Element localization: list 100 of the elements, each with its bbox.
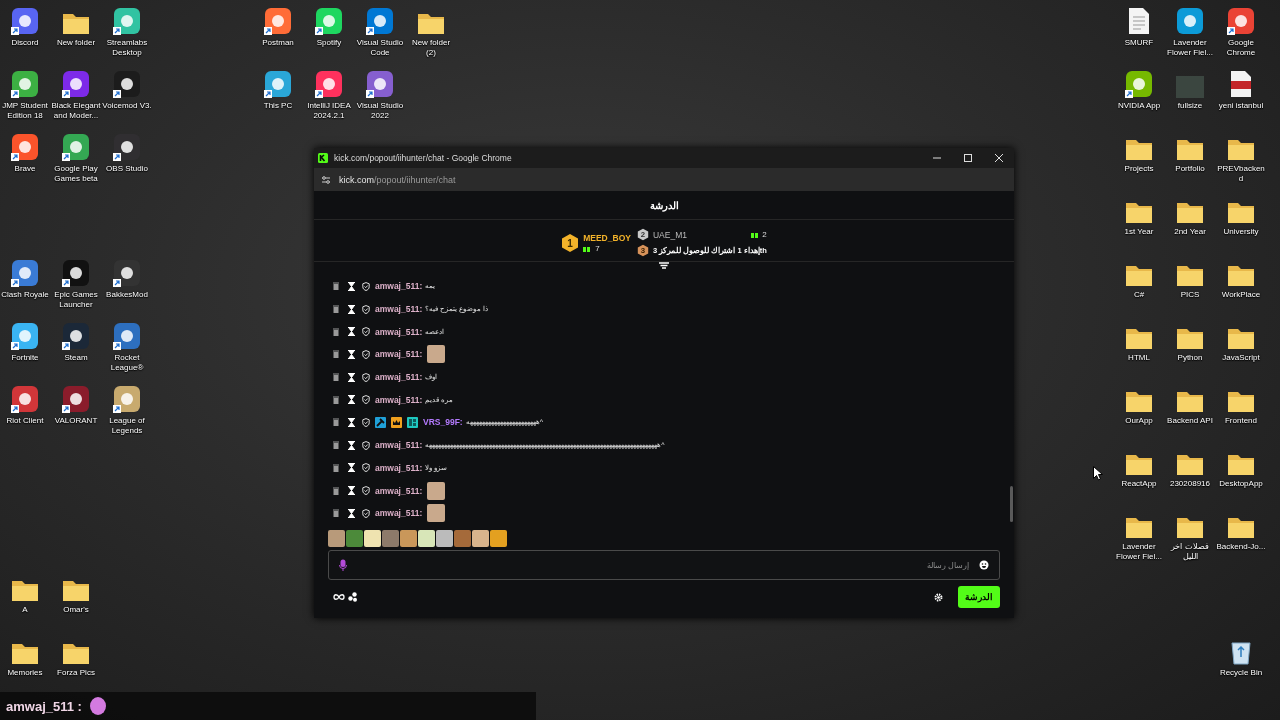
desktop-icon[interactable]: Memories (0, 634, 50, 689)
hourglass-icon[interactable] (348, 349, 355, 359)
shield-icon[interactable] (362, 486, 370, 496)
desktop-icon[interactable]: Black Elegant and Moder... (51, 67, 101, 122)
chat-username[interactable]: VRS_99F: (423, 417, 463, 428)
emoji-icon[interactable] (979, 560, 989, 570)
hourglass-icon[interactable] (348, 372, 355, 382)
desktop-icon[interactable]: Brave (0, 130, 50, 185)
desktop-icon[interactable]: A (0, 571, 50, 626)
delete-icon[interactable] (333, 373, 339, 382)
hourglass-icon[interactable] (348, 281, 355, 291)
scrollbar-thumb[interactable] (1010, 486, 1013, 522)
desktop-icon[interactable]: SMURF (1114, 4, 1164, 59)
shield-icon[interactable] (362, 372, 370, 382)
collapse-icon[interactable] (659, 262, 669, 270)
delete-icon[interactable] (333, 350, 339, 359)
desktop-icon[interactable]: fullsize (1165, 67, 1215, 122)
desktop-icon[interactable]: Spotify (304, 4, 354, 59)
delete-icon[interactable] (333, 509, 339, 518)
desktop-icon[interactable]: VALORANT (51, 382, 101, 437)
desktop-icon[interactable]: ReactApp (1114, 445, 1164, 500)
shield-icon[interactable] (362, 440, 370, 450)
desktop-icon[interactable]: Projects (1114, 130, 1164, 185)
hourglass-icon[interactable] (348, 486, 355, 496)
desktop-icon[interactable]: Backend API (1165, 382, 1215, 437)
desktop-icon[interactable]: PICS (1165, 256, 1215, 311)
desktop-icon[interactable]: yeni istanbul (1216, 67, 1266, 122)
desktop-icon[interactable]: Voicemod V3. (102, 67, 152, 122)
chat-username[interactable]: amwaj_511: (375, 349, 423, 360)
chat-button[interactable]: الدرشة (958, 586, 1000, 608)
message-input[interactable]: إرسال رسالة (355, 559, 971, 571)
desktop-icon[interactable]: Frontend (1216, 382, 1266, 437)
desktop-icon[interactable]: HTML (1114, 319, 1164, 374)
shield-icon[interactable] (362, 304, 370, 314)
desktop-icon[interactable]: فصلات اخر الليل (1165, 508, 1215, 563)
hourglass-icon[interactable] (348, 395, 355, 405)
desktop-icon[interactable]: New folder (2) (406, 4, 456, 59)
points-icon[interactable] (348, 592, 358, 602)
desktop-icon[interactable]: BakkesMod (102, 256, 152, 311)
desktop-icon[interactable]: Riot Client (0, 382, 50, 437)
settings-icon[interactable] (934, 592, 943, 602)
delete-icon[interactable] (333, 282, 339, 291)
delete-icon[interactable] (333, 486, 339, 495)
delete-icon[interactable] (333, 418, 339, 427)
desktop-icon[interactable]: Epic Games Launcher (51, 256, 101, 311)
desktop-icon[interactable]: Clash Royale (0, 256, 50, 311)
desktop-icon[interactable]: 230208916 (1165, 445, 1215, 500)
desktop-icon[interactable]: JMP Student Edition 18 (0, 67, 50, 122)
chat-username[interactable]: amwaj_511: (375, 304, 423, 315)
delete-icon[interactable] (333, 327, 339, 336)
delete-icon[interactable] (333, 463, 339, 472)
shield-icon[interactable] (362, 417, 370, 427)
shield-icon[interactable] (362, 395, 370, 405)
desktop-icon[interactable]: Omar's (51, 571, 101, 626)
delete-icon[interactable] (333, 305, 339, 314)
desktop-icon[interactable]: OurApp (1114, 382, 1164, 437)
desktop-icon[interactable]: Lavender Flower Fiel... (1114, 508, 1164, 563)
hourglass-icon[interactable] (348, 463, 355, 473)
desktop-icon[interactable]: Google Chrome (1216, 4, 1266, 59)
desktop-icon[interactable]: League of Legends (102, 382, 152, 437)
desktop-icon[interactable]: C# (1114, 256, 1164, 311)
desktop-icon[interactable]: PREVbackend (1216, 130, 1266, 185)
shield-icon[interactable] (362, 508, 370, 518)
desktop-icon[interactable]: Forza Pics (51, 634, 101, 689)
desktop-icon[interactable]: 2nd Year (1165, 193, 1215, 248)
desktop-icon[interactable]: JavaScript (1216, 319, 1266, 374)
desktop-icon[interactable]: Discord (0, 4, 50, 59)
shield-icon[interactable] (362, 463, 370, 473)
desktop-icon[interactable]: University (1216, 193, 1266, 248)
desktop-icon[interactable]: Portfolio (1165, 130, 1215, 185)
hourglass-icon[interactable] (348, 508, 355, 518)
desktop-icon[interactable]: Fortnite (0, 319, 50, 374)
chat-username[interactable]: amwaj_511: (375, 281, 423, 292)
desktop-icon[interactable]: DesktopApp (1216, 445, 1266, 500)
desktop-icon[interactable]: New folder (51, 4, 101, 59)
chat-username[interactable]: amwaj_511: (375, 326, 423, 337)
desktop-icon[interactable]: NVIDIA App (1114, 67, 1164, 122)
desktop-icon[interactable]: Recycle Bin (1216, 634, 1266, 689)
desktop-icon[interactable]: 1st Year (1114, 193, 1164, 248)
chat-username[interactable]: amwaj_511: (375, 440, 423, 451)
shield-icon[interactable] (362, 349, 370, 359)
desktop-icon[interactable]: Rocket League® (102, 319, 152, 374)
desktop-icon[interactable]: OBS Studio (102, 130, 152, 185)
delete-icon[interactable] (333, 395, 339, 404)
message-bar[interactable]: إرسال رسالة (328, 550, 1000, 580)
desktop-icon[interactable]: IntelliJ IDEA 2024.2.1 (304, 67, 354, 122)
address-bar[interactable]: kick.com/popout/iihunter/chat (314, 168, 1014, 191)
chat-username[interactable]: amwaj_511: (375, 462, 423, 473)
desktop-icon[interactable]: WorkPlace (1216, 256, 1266, 311)
chat-username[interactable]: amwaj_511: (375, 394, 423, 405)
desktop-icon[interactable]: Backend-Jo... (1216, 508, 1266, 563)
desktop-icon[interactable]: Visual Studio 2022 (355, 67, 405, 122)
desktop-icon[interactable]: Steam (51, 319, 101, 374)
chat-username[interactable]: amwaj_511: (375, 372, 423, 383)
site-settings-icon[interactable] (321, 174, 331, 185)
desktop-icon[interactable]: Postman (253, 4, 303, 59)
hourglass-icon[interactable] (348, 327, 355, 337)
shield-icon[interactable] (362, 327, 370, 337)
delete-icon[interactable] (333, 441, 339, 450)
hourglass-icon[interactable] (348, 304, 355, 314)
